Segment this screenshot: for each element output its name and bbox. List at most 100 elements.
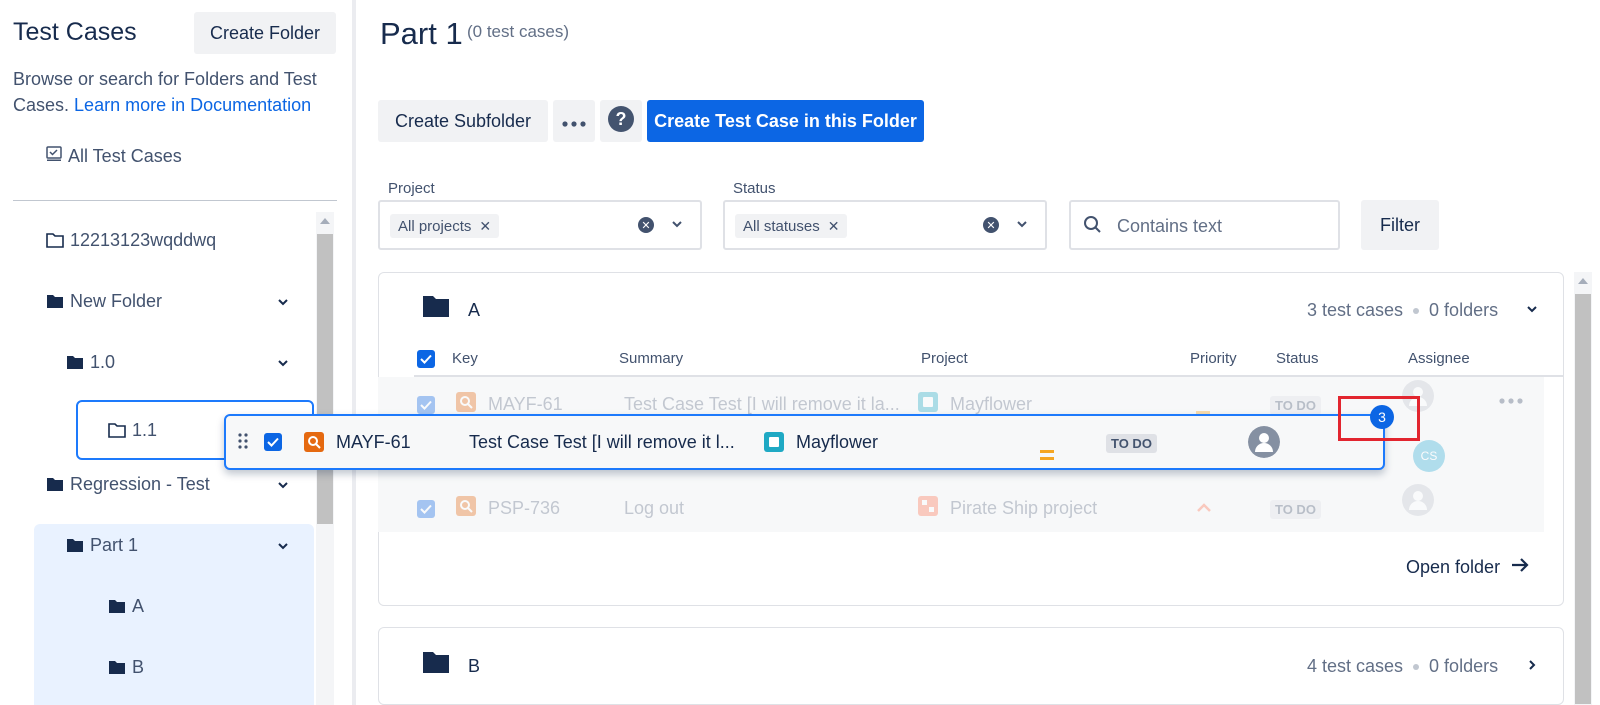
- tree-item-label: A: [132, 595, 145, 616]
- project-chip: All projects ✕: [390, 214, 500, 238]
- all-test-cases-link[interactable]: All Test Cases: [46, 146, 182, 167]
- folder-filled-icon: [46, 476, 64, 492]
- folder-a-meta: 3 test cases 0 folders: [1307, 300, 1498, 321]
- remove-chip-icon[interactable]: ✕: [479, 218, 491, 235]
- panel-resize-handle[interactable]: [352, 0, 356, 705]
- more-actions-button[interactable]: [553, 100, 595, 142]
- drag-row-project: Mayflower: [796, 432, 879, 452]
- row-more-icon[interactable]: [1499, 388, 1523, 409]
- folder-a-folder-count: 0 folders: [1429, 300, 1499, 320]
- column-header-summary[interactable]: Summary: [619, 350, 683, 367]
- open-folder-link[interactable]: Open folder: [1406, 556, 1530, 579]
- column-header-priority[interactable]: Priority: [1190, 350, 1237, 367]
- row-key[interactable]: MAYF-61: [488, 394, 563, 415]
- project-chip-label: All projects: [398, 217, 472, 235]
- tree-item-part-1[interactable]: Part 1: [66, 525, 290, 565]
- search-input[interactable]: Contains text: [1069, 200, 1340, 250]
- folder-b-folder-count: 0 folders: [1429, 656, 1499, 676]
- avatar: CS: [1413, 440, 1445, 472]
- tree-item-a[interactable]: A: [108, 586, 144, 626]
- tree-item-1-1: 1.1: [108, 410, 157, 450]
- column-header-status[interactable]: Status: [1276, 350, 1319, 367]
- chevron-down-icon[interactable]: [276, 537, 290, 558]
- clear-icon[interactable]: ✕: [983, 217, 999, 233]
- chevron-down-icon[interactable]: [670, 217, 684, 236]
- create-test-case-button[interactable]: Create Test Case in this Folder: [647, 100, 924, 142]
- search-placeholder: Contains text: [1117, 216, 1223, 236]
- column-header-assignee[interactable]: Assignee: [1408, 350, 1470, 367]
- arrow-right-icon: [1510, 556, 1530, 579]
- chevron-right-icon[interactable]: [1525, 658, 1539, 677]
- chevron-down-icon[interactable]: [1525, 302, 1539, 321]
- folder-sidebar: Test Cases Create Folder Browse or searc…: [0, 0, 348, 705]
- page-title: Part 1: [380, 16, 463, 51]
- tree-item-label: 1.1: [132, 419, 158, 440]
- project-select[interactable]: All projects ✕ ✕: [378, 200, 702, 250]
- tree-item-12213123wqddwq[interactable]: 12213123wqddwq: [46, 220, 290, 260]
- sidebar-title: Test Cases: [13, 18, 137, 46]
- tree-item-label: Part 1: [90, 534, 139, 555]
- status-chip-label: All statuses: [743, 217, 820, 235]
- column-header-project[interactable]: Project: [921, 350, 968, 367]
- clear-icon[interactable]: ✕: [638, 217, 654, 233]
- scroll-up-icon[interactable]: [320, 218, 330, 224]
- status-select[interactable]: All statuses ✕ ✕: [723, 200, 1047, 250]
- tree-item-label: 1.0: [90, 351, 116, 372]
- scrollbar-thumb[interactable]: [317, 234, 333, 524]
- table-row[interactable]: PSP-736 Log out Pirate Ship project TO D…: [414, 484, 1542, 534]
- status-badge: TO DO: [1270, 394, 1321, 415]
- row-project: Mayflower: [950, 394, 1033, 414]
- chevron-down-icon[interactable]: [276, 293, 290, 314]
- row-summary: Log out: [624, 498, 685, 518]
- separator-dot: [1413, 307, 1420, 314]
- folder-a-name[interactable]: A: [468, 300, 480, 321]
- create-folder-button[interactable]: Create Folder: [194, 12, 336, 54]
- row-checkbox[interactable]: [417, 396, 435, 414]
- priority-high-icon: [1196, 498, 1212, 519]
- tree-item-1-0[interactable]: 1.0: [66, 342, 290, 382]
- priority-medium-icon: [1040, 437, 1054, 460]
- status-text: TO DO: [1270, 500, 1321, 519]
- folder-outline-icon: [46, 232, 64, 248]
- open-folder-label: Open folder: [1406, 557, 1501, 577]
- row-checkbox[interactable]: [417, 500, 435, 518]
- scrollbar-thumb[interactable]: [1575, 294, 1591, 704]
- create-subfolder-button[interactable]: Create Subfolder: [378, 100, 548, 142]
- help-icon: ?: [607, 105, 635, 138]
- remove-chip-icon[interactable]: ✕: [828, 218, 840, 235]
- drag-handle-icon[interactable]: [238, 432, 248, 455]
- filter-button[interactable]: Filter: [1361, 200, 1439, 250]
- drag-row-summary: Test Case Test [I will remove it l...: [469, 432, 735, 452]
- status-badge: TO DO: [1270, 498, 1321, 519]
- chevron-down-icon[interactable]: [1015, 217, 1029, 236]
- chevron-down-icon[interactable]: [276, 476, 290, 497]
- main-scrollbar[interactable]: [1574, 272, 1592, 705]
- status-chip: All statuses ✕: [735, 214, 848, 238]
- drag-preview-row[interactable]: MAYF-61 Test Case Test [I will remove it…: [224, 414, 1385, 470]
- select-all-checkbox[interactable]: [417, 350, 435, 368]
- separator-dot: [1413, 663, 1420, 670]
- project-filter-label: Project: [388, 180, 435, 197]
- folder-filled-icon: [66, 354, 84, 370]
- sidebar-divider: [13, 200, 337, 201]
- help-button[interactable]: ?: [600, 100, 642, 142]
- tree-item-regression-test[interactable]: Regression - Test: [46, 464, 290, 504]
- folder-filled-icon: [422, 650, 450, 679]
- folder-b-meta: 4 test cases 0 folders: [1307, 656, 1498, 677]
- tree-item-new-folder[interactable]: New Folder: [46, 281, 290, 321]
- tree-item-b[interactable]: B: [108, 647, 144, 687]
- folder-b-name[interactable]: B: [468, 656, 480, 677]
- test-case-icon: [456, 496, 476, 521]
- scroll-up-icon[interactable]: [1578, 278, 1588, 284]
- chevron-down-icon[interactable]: [276, 354, 290, 375]
- sidebar-description: Browse or search for Folders and Test Ca…: [13, 66, 333, 118]
- folder-filled-icon: [108, 598, 126, 614]
- search-icon: [1083, 215, 1103, 240]
- test-case-icon: [304, 432, 324, 457]
- column-header-key[interactable]: Key: [452, 350, 478, 367]
- row-checkbox[interactable]: [264, 433, 282, 451]
- svg-text:?: ?: [616, 109, 627, 129]
- documentation-link[interactable]: Learn more in Documentation: [74, 95, 311, 115]
- row-key[interactable]: PSP-736: [488, 498, 560, 519]
- status-filter-label: Status: [733, 180, 776, 197]
